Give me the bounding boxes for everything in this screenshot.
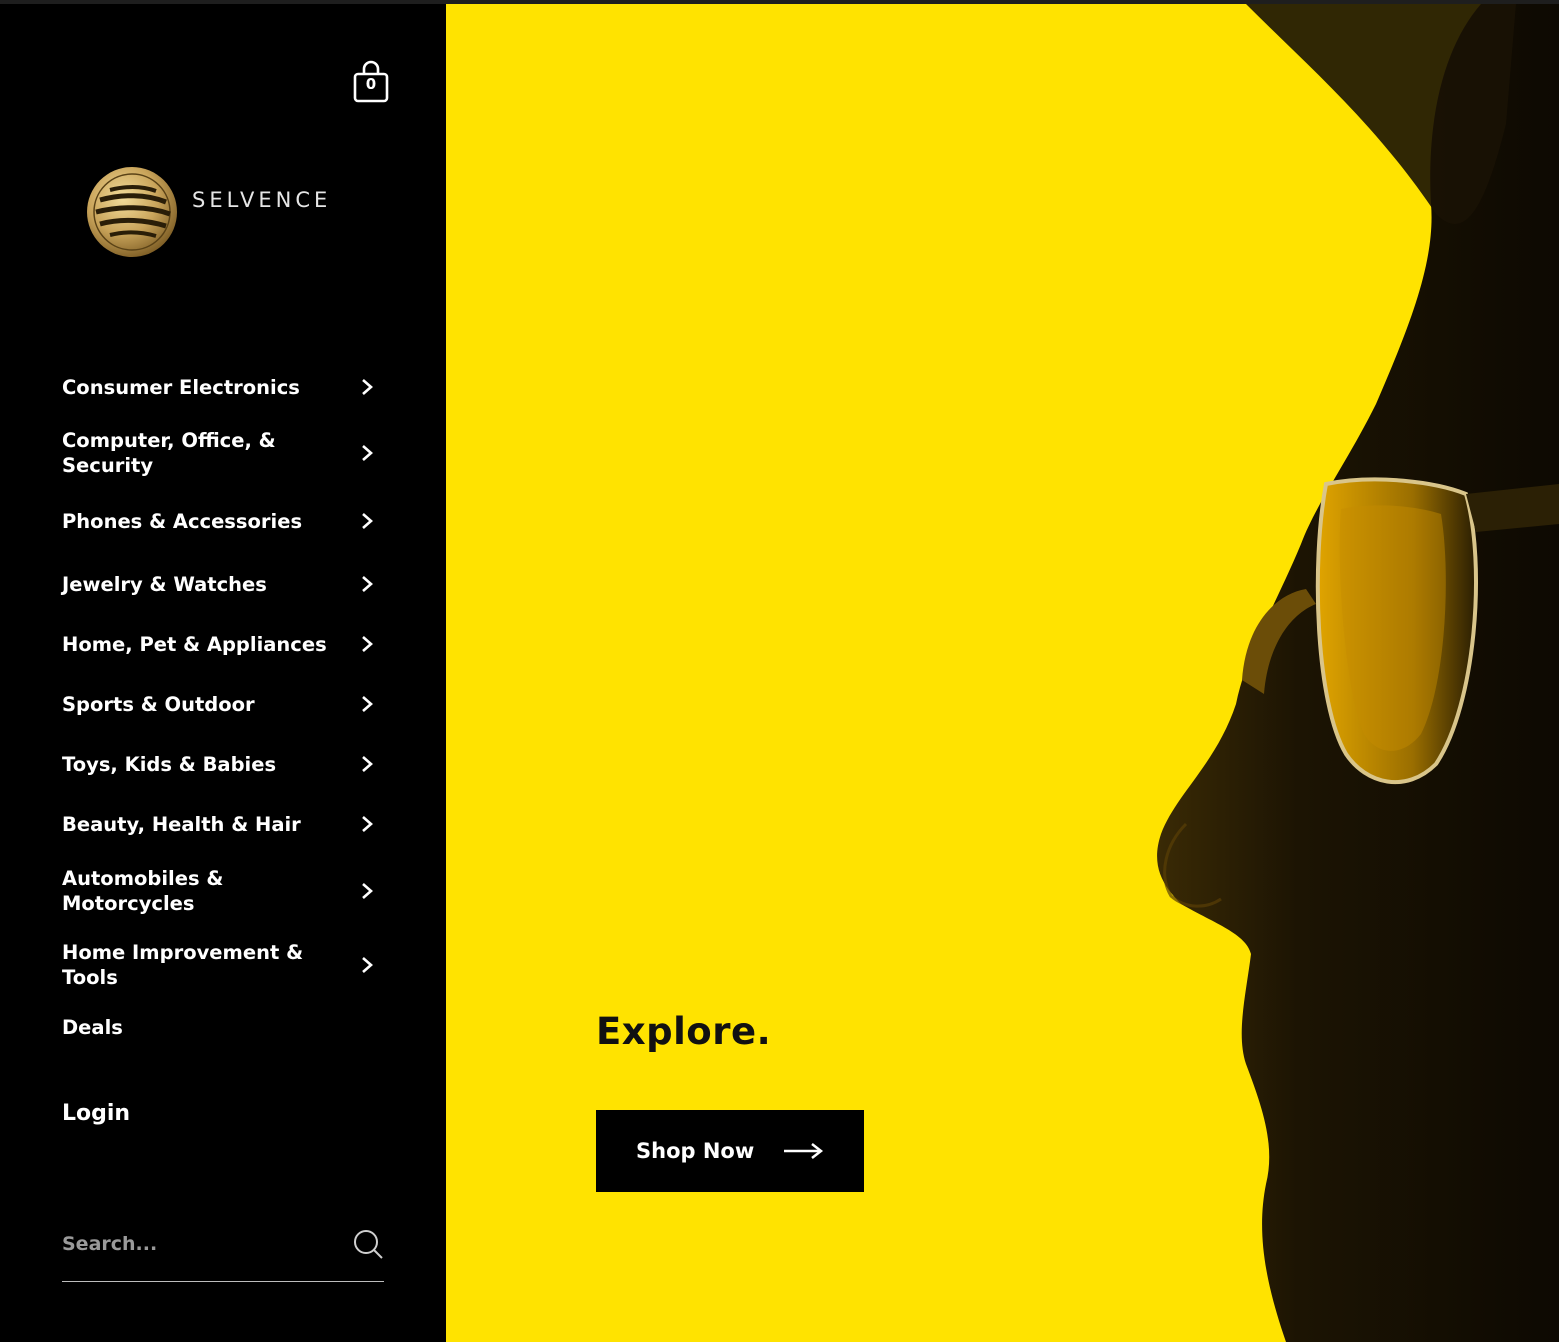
chevron-right-icon [362,379,373,395]
nav-item-label: Computer, Office, & Security [62,429,276,477]
chevron-right-icon [362,445,373,461]
brand-emblem-icon [87,167,177,257]
brand-logo[interactable]: SELVENCE [86,164,386,260]
search-bar [62,1222,384,1282]
chevron-right-icon [362,636,373,652]
nav-item-label: Home Improvement & Tools [62,941,304,989]
chevron-right-icon [362,957,373,973]
nav-item-label: Home, Pet & Appliances [62,632,327,656]
nav-item-deals[interactable]: Deals [62,1002,382,1052]
chevron-right-icon [362,816,373,832]
search-icon[interactable] [352,1228,384,1260]
chevron-right-icon [362,756,373,772]
nav-item-home-improvement-tools[interactable]: Home Improvement & Tools [62,928,382,1002]
cart-button[interactable]: 0 [352,58,390,104]
chevron-right-icon [362,883,373,899]
nav-item-sports-outdoor[interactable]: Sports & Outdoor [62,674,382,734]
nav-item-beauty-health-hair[interactable]: Beauty, Health & Hair [62,794,382,854]
nav-item-home-pet-appliances[interactable]: Home, Pet & Appliances [62,614,382,674]
brand-name: SELVENCE [192,188,332,212]
nav-item-automobiles-motorcycles[interactable]: Automobiles & Motorcycles [62,854,382,928]
chevron-right-icon [362,576,373,592]
nav-item-label: Consumer Electronics [62,375,300,399]
arrow-right-icon [784,1143,824,1159]
hero-banner: Explore. Shop Now [446,4,1559,1342]
sidebar: 0 SELVENCE Consumer Electronics Computer… [0,4,446,1342]
shop-now-label: Shop Now [636,1139,755,1163]
chevron-right-icon [362,513,373,529]
nav-item-consumer-electronics[interactable]: Consumer Electronics [62,354,382,420]
nav-item-label: Deals [62,1015,123,1039]
login-link[interactable]: Login [62,1101,130,1126]
nav-item-toys-kids-babies[interactable]: Toys, Kids & Babies [62,734,382,794]
nav-item-label: Toys, Kids & Babies [62,752,277,776]
nav-item-label: Jewelry & Watches [62,572,267,596]
nav-item-label: Beauty, Health & Hair [62,812,301,836]
search-input[interactable] [62,1226,332,1262]
cart-count: 0 [365,75,377,93]
nav-item-label: Automobiles & Motorcycles [62,867,224,915]
nav-item-computer-office-security[interactable]: Computer, Office, & Security [62,420,382,486]
shop-now-button[interactable]: Shop Now [596,1110,864,1192]
chevron-right-icon [362,696,373,712]
hero-heading: Explore. [596,1010,772,1053]
nav-item-label: Phones & Accessories [62,509,303,533]
category-nav: Consumer Electronics Computer, Office, &… [62,354,382,1052]
nav-item-phones-accessories[interactable]: Phones & Accessories [62,488,382,554]
nav-item-label: Sports & Outdoor [62,692,255,716]
nav-item-jewelry-watches[interactable]: Jewelry & Watches [62,554,382,614]
